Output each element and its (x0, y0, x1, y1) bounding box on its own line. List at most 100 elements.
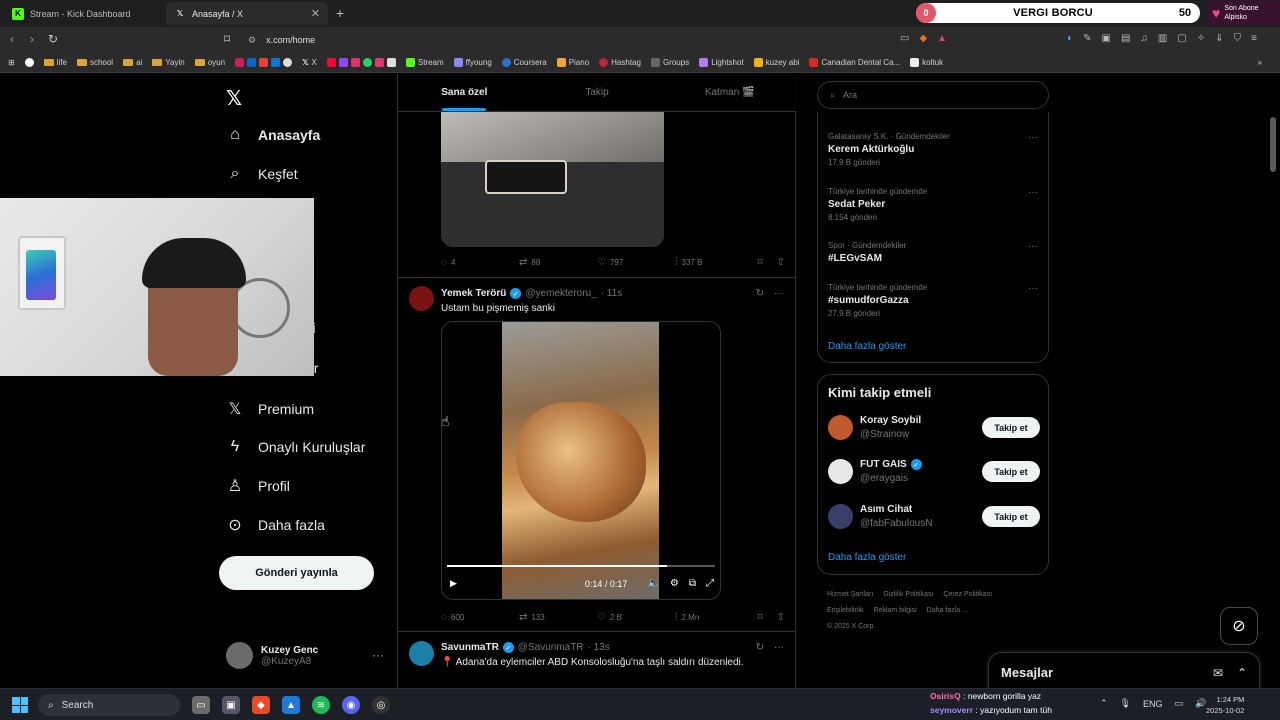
grok-icon[interactable]: ↻ (756, 642, 764, 653)
reload-icon[interactable]: ↻ (48, 32, 58, 46)
nav-more[interactable]: ⊙ Daha fazla (226, 515, 325, 535)
bookmark-icons-group[interactable] (235, 58, 293, 67)
more-bookmarks-icon[interactable]: » (1258, 58, 1262, 67)
share-icon[interactable]: ⇧ (777, 612, 785, 623)
reply-button[interactable]: ◌ 600 (441, 612, 519, 623)
app-icon[interactable]: ▣ (222, 696, 240, 714)
bookmark-yayin[interactable]: Yayin (152, 58, 185, 67)
page-scrollbar[interactable] (1270, 117, 1276, 172)
bookmark-icon[interactable]: ⌑ (757, 257, 762, 268)
brave-shield-icon[interactable]: ◆ (919, 33, 927, 44)
follow-suggestion[interactable]: FUT GAIS ✓ @eraygais Takip et (828, 459, 1040, 484)
expand-icon[interactable]: ⌃ (1237, 666, 1247, 680)
extensions-icon[interactable]: ✎ (1083, 33, 1091, 44)
windows-start-icon[interactable] (12, 697, 28, 713)
like-button[interactable]: ♡ 797 (597, 257, 675, 268)
obs-icon[interactable]: ◎ (372, 696, 390, 714)
menu-icon[interactable]: ≡ (1251, 33, 1257, 44)
search-box[interactable]: ⌕ Ara (817, 81, 1049, 109)
trend-item[interactable]: Spor · Gündemdekiler #LEGvSAM ··· (828, 241, 1038, 264)
bookmark-piano[interactable]: Piano (556, 58, 589, 67)
follow-suggestion[interactable]: Asım Cihat @fabFabulousN Takip et (828, 504, 1040, 529)
footer-link[interactable]: Gizlilik Politikası (883, 591, 933, 598)
bookmark-page-icon[interactable]: ⌑ (224, 32, 230, 46)
apps-grid-icon[interactable]: ⊞ (8, 58, 15, 67)
language-indicator[interactable]: ENG (1143, 699, 1163, 709)
bookmark-ai[interactable]: ai (123, 58, 142, 67)
footer-link[interactable]: Çerez Politikası (943, 591, 992, 598)
author-handle[interactable]: @yemekteroru_ (525, 288, 596, 299)
bookmark-ffyoung[interactable]: ffyoung (453, 58, 492, 67)
footer-link[interactable]: Daha fazla ... (927, 607, 968, 614)
video-player[interactable]: ▶ 0:14 / 0:17 🔈 ⚙ ⧉ ⤢ (441, 321, 721, 600)
trend-item[interactable]: Türkiye tarihinde gündemde #sumudforGazz… (828, 283, 1038, 318)
reader-icon[interactable]: ▤ (1121, 33, 1130, 44)
footer-link[interactable]: Erişilebilirlik (827, 607, 864, 614)
messages-drawer[interactable]: Mesajlar ✉ ⌃ (988, 652, 1260, 688)
settings-icon[interactable]: ⚙ (670, 578, 679, 589)
tab-for-you[interactable]: Sana özel (398, 74, 531, 111)
x-logo-icon[interactable]: 𝕏 (226, 86, 242, 111)
more-icon[interactable]: ··· (1028, 132, 1038, 143)
rewards-icon[interactable]: ▲ (937, 33, 947, 44)
mute-icon[interactable]: 🔈 (647, 578, 659, 589)
bookmark-life[interactable]: life (43, 58, 67, 67)
discord-icon[interactable]: ◉ (342, 696, 360, 714)
tab-kick-dashboard[interactable]: K Stream - Kick Dashboard (4, 2, 164, 25)
like-button[interactable]: ♡ 2 B (597, 612, 675, 623)
clock[interactable]: 1:24 PM 2025-10-02 (1206, 694, 1244, 716)
nav-premium[interactable]: 𝕏 Premium (226, 399, 314, 419)
tab-x-home[interactable]: 𝕏 Anasayfa / X ✕ (166, 2, 328, 25)
grok-icon[interactable]: ⊘ (1220, 607, 1258, 645)
trend-item[interactable]: Türkiye tarihinde gündemde Sedat Peker 8… (828, 187, 1038, 222)
tray-expand-icon[interactable]: ⌃ (1100, 698, 1108, 709)
close-tab-icon[interactable]: ✕ (311, 7, 320, 20)
account-switcher[interactable]: Kuzey Genc @KuzeyA8 ··· (226, 642, 384, 669)
back-icon[interactable]: ‹ (10, 32, 14, 46)
footer-link[interactable]: Reklam bilgisi (874, 607, 917, 614)
wallet-icon[interactable]: ◐ (1067, 33, 1073, 44)
new-tab-icon[interactable]: + (336, 5, 344, 21)
play-icon[interactable]: ▶ (450, 578, 457, 589)
grok-icon[interactable]: ↻ (756, 288, 764, 299)
bookmark-lightshot[interactable]: Lightshot (699, 58, 744, 67)
more-icon[interactable]: ··· (774, 642, 784, 653)
author-handle[interactable]: @SavunmaTR (518, 642, 584, 653)
url-field[interactable]: ⚙ x.com/home (248, 31, 964, 49)
footer-link[interactable]: Hizmet Şartları (827, 591, 873, 598)
media-icon[interactable]: ♫ (1140, 33, 1148, 44)
bookmark-koltuk[interactable]: koltuk (910, 58, 943, 67)
bookmark-coursera[interactable]: Coursera (501, 58, 547, 67)
nav-verified-orgs[interactable]: ϟ Onaylı Kuruluşlar (226, 438, 366, 456)
more-icon[interactable]: ··· (1028, 187, 1038, 198)
wallet2-icon[interactable]: ▢ (1177, 33, 1186, 44)
bookmark-oyun[interactable]: oyun (194, 58, 225, 67)
reply-button[interactable]: ◌ 4 (441, 257, 519, 268)
forward-icon[interactable]: › (30, 32, 34, 46)
tab-following[interactable]: Takip (531, 74, 664, 111)
sidebar-icon[interactable]: ▥ (1158, 33, 1167, 44)
bookmark-groups[interactable]: Groups (650, 58, 689, 67)
taskbar-search[interactable]: ⌕ Search (38, 694, 180, 716)
bookmark-canadian-dental[interactable]: Canadian Dental Ca... (809, 58, 900, 67)
share-icon[interactable]: ⇧ (777, 257, 785, 268)
cast-icon[interactable]: ▭ (900, 33, 909, 44)
bookmark-google[interactable] (24, 58, 34, 67)
repost-button[interactable]: ⇄ 88 (519, 257, 597, 268)
nav-profile[interactable]: ♙ Profil (226, 476, 290, 496)
bookmark-school[interactable]: school (76, 58, 113, 67)
more-icon[interactable]: ··· (372, 648, 384, 662)
vpn-icon[interactable]: ⛉ (1234, 33, 1242, 44)
bookmark-icon[interactable]: ⌑ (757, 612, 762, 623)
trends-show-more[interactable]: Daha fazla göster (828, 341, 906, 352)
post-time[interactable]: · 13s (588, 642, 610, 653)
tab-katman[interactable]: Katman 🎬 (663, 74, 796, 111)
author-name[interactable]: Yemek Terörü (441, 288, 506, 299)
trend-item[interactable]: Galatasaray S.K. · Gündemdekiler Kerem A… (828, 132, 1038, 167)
video-progress-bar[interactable] (447, 565, 715, 567)
more-icon[interactable]: ··· (1028, 283, 1038, 294)
download-icon[interactable]: ⇓ (1215, 33, 1223, 44)
volume-icon[interactable]: 🔊 (1195, 698, 1206, 709)
post-time[interactable]: · 11s (601, 288, 623, 299)
spotify-icon[interactable]: ≋ (312, 696, 330, 714)
